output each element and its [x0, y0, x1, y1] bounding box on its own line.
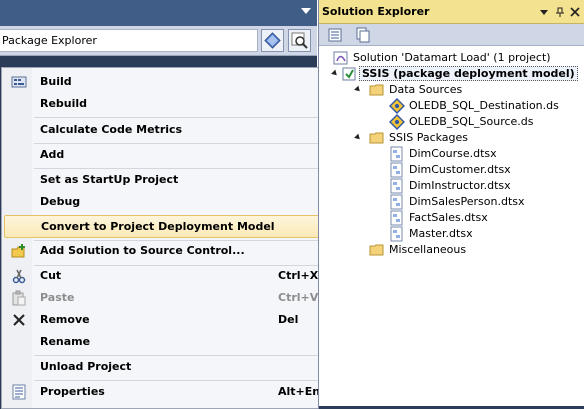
menu-item-add[interactable]: Add	[4, 144, 347, 166]
package-label: Master.dtsx	[409, 227, 473, 240]
solution-explorer-panel: Solution Explorer Solution 'Datamart Loa…	[318, 0, 584, 409]
zoom-tool-button[interactable]	[288, 29, 311, 52]
menu-item-shortcut: Del	[278, 313, 299, 326]
package-explorer-toolbar: Package Explorer	[0, 26, 317, 56]
menu-item-rebuild[interactable]: Rebuild	[4, 93, 347, 115]
menu-item-cut[interactable]: Cut Ctrl+X	[4, 265, 347, 287]
package-label: DimSalesPerson.dtsx	[409, 195, 525, 208]
dropdown-icon[interactable]	[539, 7, 549, 17]
package-file-icon	[390, 226, 403, 242]
package-explorer-field[interactable]: Package Explorer	[0, 29, 258, 52]
menu-item-label: Add	[40, 148, 65, 161]
ssis-project-icon	[342, 67, 356, 81]
package-label: DimCourse.dtsx	[409, 147, 497, 160]
zoom-icon	[291, 32, 308, 49]
menu-item-set-startup-project[interactable]: Set as StartUp Project	[4, 169, 347, 191]
menu-item-label: Rename	[40, 335, 91, 348]
expand-arrow-icon[interactable]	[354, 133, 362, 142]
dropdown-arrow-icon[interactable]	[301, 8, 311, 14]
menu-item-label: Add Solution to Source Control...	[40, 244, 245, 257]
properties-icon	[12, 384, 26, 400]
build-icon	[11, 76, 27, 88]
menu-item-label: Unload Project	[40, 360, 132, 373]
package-file-icon	[390, 178, 403, 194]
solution-label: Solution 'Datamart Load' (1 project)	[353, 51, 551, 64]
source-control-icon	[11, 244, 25, 258]
menu-item-shortcut: Ctrl+V	[278, 291, 319, 304]
menu-item-label: Convert to Project Deployment Model	[41, 220, 275, 233]
menu-item-label: Rebuild	[40, 97, 88, 110]
close-icon[interactable]	[570, 7, 580, 17]
data-source-label: OLEDB_SQL_Source.ds	[409, 115, 534, 128]
menu-item-properties[interactable]: Properties Alt+Enter	[4, 381, 347, 403]
folder-icon	[369, 244, 384, 256]
menu-item-shortcut: Ctrl+X	[278, 269, 319, 282]
menu-separator	[34, 117, 344, 118]
solution-icon	[333, 51, 348, 65]
paste-icon	[12, 290, 26, 306]
menu-item-debug[interactable]: Debug	[4, 191, 347, 213]
data-source-icon	[389, 98, 405, 114]
show-all-files-icon[interactable]	[355, 27, 371, 43]
left-pane-header	[0, 0, 317, 26]
folder-label: Data Sources	[389, 83, 463, 96]
project-context-menu: Build Rebuild Calculate Code Metrics Add…	[1, 67, 350, 409]
solution-explorer-titlebar: Solution Explorer	[319, 0, 584, 24]
menu-item-convert-to-project-deployment-model[interactable]: Convert to Project Deployment Model	[4, 215, 347, 238]
remove-icon	[13, 314, 25, 326]
menu-item-paste[interactable]: Paste Ctrl+V	[4, 287, 347, 309]
pin-icon[interactable]	[555, 7, 565, 17]
diamond-tool-button[interactable]	[261, 29, 284, 52]
package-file-icon	[390, 194, 403, 210]
menu-item-label: Properties	[40, 385, 105, 398]
menu-item-label: Debug	[40, 195, 81, 208]
package-label: DimCustomer.dtsx	[409, 163, 511, 176]
data-source-label: OLEDB_SQL_Destination.ds	[409, 99, 559, 112]
menu-item-label: Cut	[40, 269, 62, 282]
menu-item-label: Set as StartUp Project	[40, 173, 179, 186]
menu-item-label: Build	[40, 75, 72, 88]
folder-label: Miscellaneous	[389, 243, 467, 256]
solution-explorer-toolbar	[319, 24, 584, 46]
project-label: SSIS (package deployment model)	[359, 66, 578, 81]
menu-item-remove[interactable]: Remove Del	[4, 309, 347, 331]
folder-icon	[369, 132, 384, 144]
menu-item-add-solution-to-source-control[interactable]: Add Solution to Source Control...	[4, 240, 347, 262]
menu-item-rename[interactable]: Rename	[4, 331, 347, 353]
tree-project[interactable]: SSIS (package deployment model)	[331, 66, 578, 82]
menu-item-build[interactable]: Build	[4, 71, 347, 93]
menu-item-label: Paste	[40, 291, 75, 304]
package-file-icon	[390, 146, 403, 162]
menu-item-unload-project[interactable]: Unload Project	[4, 356, 347, 378]
package-file-icon	[390, 162, 403, 178]
package-label: DimInstructor.dtsx	[409, 179, 511, 192]
solution-explorer-title: Solution Explorer	[322, 5, 430, 18]
scissors-icon	[12, 269, 26, 284]
menu-item-label: Remove	[40, 313, 90, 326]
diamond-icon	[264, 32, 281, 49]
menu-item-calculate-code-metrics[interactable]: Calculate Code Metrics	[4, 119, 347, 141]
expand-arrow-icon[interactable]	[331, 69, 339, 78]
properties-icon[interactable]	[327, 27, 343, 43]
data-source-icon	[389, 114, 405, 130]
folder-label: SSIS Packages	[389, 131, 469, 144]
folder-icon	[369, 84, 384, 96]
menu-item-label: Calculate Code Metrics	[40, 123, 183, 136]
package-file-icon	[390, 210, 403, 226]
package-label: FactSales.dtsx	[409, 211, 488, 224]
expand-arrow-icon[interactable]	[354, 85, 362, 94]
